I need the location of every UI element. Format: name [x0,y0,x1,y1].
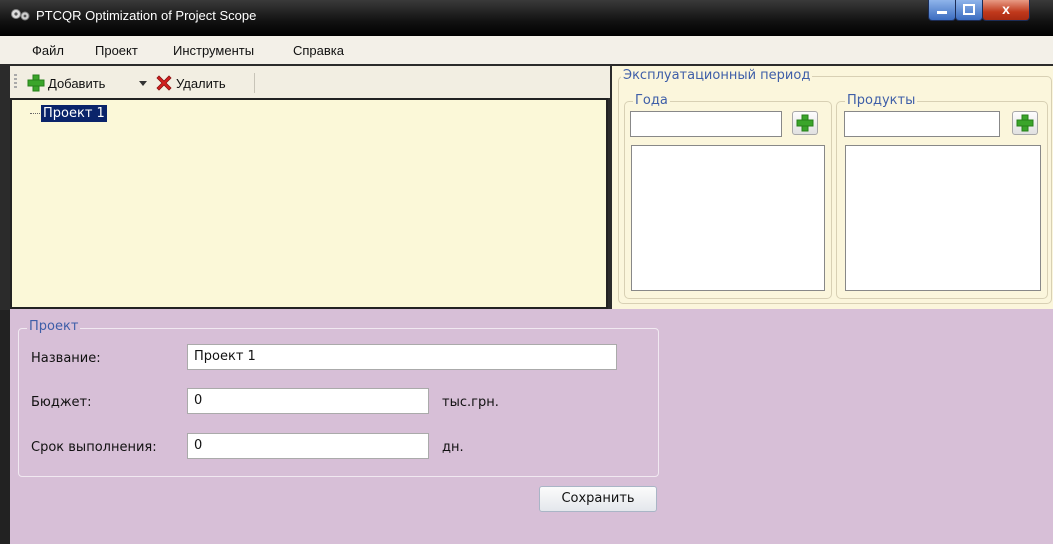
years-list[interactable] [631,145,825,291]
project-tree[interactable]: Проект 1 [10,98,608,309]
duration-unit: дн. [442,440,464,455]
delete-button[interactable]: Удалить [154,72,226,94]
project-group-title: Проект [27,319,81,334]
years-title: Года [633,93,670,108]
operation-period-title: Эксплуатационный период [621,68,813,83]
title-bar: PTCQR Optimization of Project Scope x [0,0,1053,36]
gears-app-icon [11,9,30,21]
maximize-icon [963,4,975,15]
budget-unit: тыс.грн. [442,395,499,410]
menu-file[interactable]: Файл [32,43,64,58]
name-field[interactable]: Проект 1 [187,344,617,370]
duration-label: Срок выполнения: [31,440,157,455]
window-title: PTCQR Optimization of Project Scope [36,8,257,23]
menu-help[interactable]: Справка [293,43,344,58]
green-plus-icon [1016,114,1034,132]
name-label: Название: [31,351,101,366]
tree-node-project[interactable]: Проект 1 [41,105,107,122]
add-dropdown-button[interactable] [138,72,148,94]
years-input[interactable] [630,111,782,137]
project-form-area: Проект Название: Проект 1 Бюджет: 0 тыс.… [10,309,1053,544]
chevron-down-icon [139,81,147,86]
maximize-button[interactable] [955,0,983,21]
toolbar: Добавить Удалить [10,66,610,98]
save-button[interactable]: Сохранить [539,486,657,512]
minimize-icon [937,11,947,14]
close-button[interactable]: x [982,0,1030,21]
green-plus-icon [796,114,814,132]
products-list[interactable] [845,145,1041,291]
close-icon: x [1002,1,1010,17]
add-button-label: Добавить [48,75,106,91]
menu-bar: Файл Проект Инструменты Справка [0,36,1053,64]
red-x-icon [156,75,172,91]
delete-button-label: Удалить [176,75,226,91]
add-year-button[interactable] [792,111,818,135]
menu-tools[interactable]: Инструменты [173,43,254,58]
toolbar-grip[interactable] [14,74,17,90]
menu-project[interactable]: Проект [95,43,138,58]
toolbar-separator [254,73,255,93]
duration-field[interactable]: 0 [187,433,429,459]
green-plus-icon [27,74,45,92]
add-button[interactable]: Добавить [26,72,105,94]
budget-field[interactable]: 0 [187,388,429,414]
products-title: Продукты [845,93,918,108]
budget-label: Бюджет: [31,395,92,410]
products-input[interactable] [844,111,1000,137]
minimize-button[interactable] [928,0,956,21]
operation-period-panel: Эксплуатационный период Года Продукты [612,66,1053,309]
window-border [0,310,10,544]
add-product-button[interactable] [1012,111,1038,135]
